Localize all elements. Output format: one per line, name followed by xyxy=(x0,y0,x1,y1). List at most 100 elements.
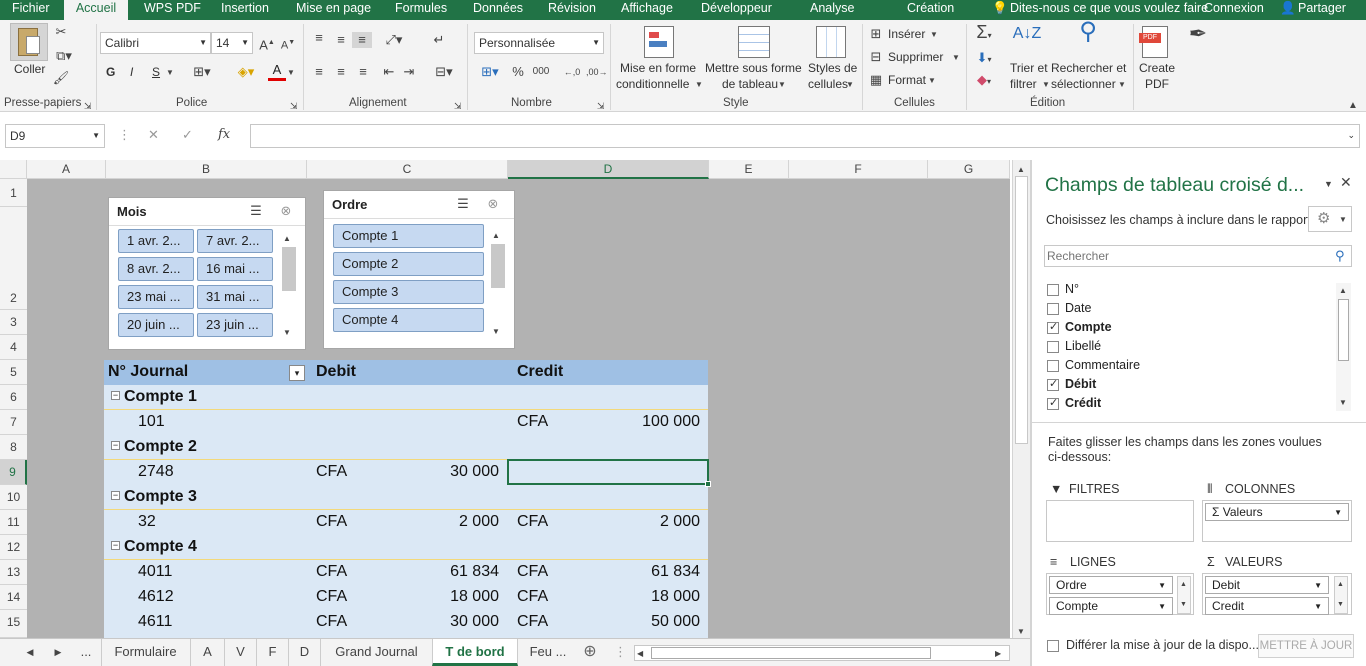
align-right-icon[interactable]: ≡ xyxy=(354,64,372,80)
conditional-format-icon[interactable] xyxy=(644,26,674,58)
scroll-thumb[interactable] xyxy=(1015,176,1028,444)
row-header[interactable]: 13 xyxy=(0,560,27,585)
sheet-tab-feu[interactable]: Feu ... xyxy=(520,639,576,666)
field-name[interactable]: Compte xyxy=(1065,320,1112,334)
row-header[interactable]: 8 xyxy=(0,435,27,460)
chevron-down-icon[interactable]: ▼ xyxy=(1042,77,1050,93)
row-header[interactable]: 3 xyxy=(0,310,27,335)
decrease-indent-icon[interactable]: ⇤ xyxy=(380,64,398,80)
font-name-select[interactable]: Calibri ▼ xyxy=(100,32,211,54)
insert-cells-icon[interactable]: ⊞ xyxy=(868,26,884,42)
pdf-icon[interactable]: PDF xyxy=(1139,26,1168,58)
wrap-text-icon[interactable]: ↵ xyxy=(430,32,448,48)
tools-button[interactable]: ⚙ ▼ xyxy=(1308,206,1352,232)
slicer-mois[interactable]: Mois ☰ ⊗ 1 avr. 2... 7 avr. 2... 8 avr. … xyxy=(108,197,306,350)
field-checkbox[interactable] xyxy=(1047,360,1059,372)
tab-insertion[interactable]: Insertion xyxy=(221,0,269,20)
scroll-down-icon[interactable]: ▼ xyxy=(492,324,500,340)
row-header[interactable]: 6 xyxy=(0,385,27,410)
italic-button[interactable]: I xyxy=(130,65,133,80)
fill-handle[interactable] xyxy=(705,481,711,487)
close-icon[interactable]: ✕ xyxy=(1340,174,1352,190)
slicer-ordre[interactable]: Ordre ☰ ⊗ Compte 1 Compte 2 Compte 3 Com… xyxy=(323,190,515,349)
increase-font-icon[interactable]: A▲ xyxy=(259,35,275,53)
chevron-down-icon[interactable]: ▼ xyxy=(287,65,295,81)
field-name[interactable]: Libellé xyxy=(1065,339,1101,353)
slicer-item[interactable]: 16 mai ... xyxy=(197,257,273,281)
cell-styles-icon[interactable] xyxy=(816,26,846,58)
horizontal-scrollbar[interactable]: ◀ ▶ xyxy=(634,645,1010,661)
sheet-tab-grand-journal[interactable]: Grand Journal xyxy=(320,639,432,666)
scroll-up-icon[interactable]: ▲ xyxy=(1180,577,1187,593)
slicer-item[interactable]: 23 mai ... xyxy=(118,285,194,309)
col-header-g[interactable]: G xyxy=(928,160,1010,179)
font-size-select[interactable]: 14 ▼ xyxy=(211,32,253,54)
sheet-tab-v[interactable]: V xyxy=(224,639,256,666)
sheet-tab-a[interactable]: A xyxy=(190,639,224,666)
collapse-ribbon-icon[interactable]: ▲ xyxy=(1348,98,1358,114)
prev-sheet-icon[interactable]: ◀ xyxy=(22,639,38,666)
col-header-d[interactable]: D xyxy=(508,160,709,179)
merge-cells-icon[interactable]: ⊟▾ xyxy=(430,64,458,80)
col-header-a[interactable]: A xyxy=(27,160,106,179)
tab-revision[interactable]: Révision xyxy=(548,0,596,20)
search-icon[interactable]: ⚲ xyxy=(1335,248,1345,264)
percent-icon[interactable]: % xyxy=(510,64,526,80)
tab-developpeur[interactable]: Développeur xyxy=(701,0,772,20)
align-left-icon[interactable]: ≡ xyxy=(310,64,328,80)
cell-styles-label-1[interactable]: Styles de xyxy=(808,61,857,76)
number-format-select[interactable]: Personnalisée ▼ xyxy=(474,32,604,54)
dialog-launcher-icon[interactable]: ⇲ xyxy=(454,98,462,114)
zone-item[interactable]: Σ Valeurs ▼ xyxy=(1205,503,1349,521)
confirm-icon[interactable]: ✓ xyxy=(182,127,193,143)
tab-donnees[interactable]: Données xyxy=(473,0,523,20)
tab-fichier[interactable]: Fichier xyxy=(12,0,50,20)
row-header[interactable]: 1 xyxy=(0,179,27,207)
defer-update-checkbox[interactable] xyxy=(1047,640,1059,652)
sheet-tab-more[interactable]: ... xyxy=(74,639,98,666)
col-header-e[interactable]: E xyxy=(709,160,789,179)
add-sheet-icon[interactable]: ⊕ xyxy=(580,639,600,666)
scroll-up-icon[interactable]: ▲ xyxy=(1339,283,1347,299)
clear-icon[interactable]: ◆▾ xyxy=(972,72,996,90)
rows-zone-scrollbar[interactable]: ▲ ▼ xyxy=(1177,576,1191,614)
format-table-label-2[interactable]: de tableau xyxy=(722,77,778,92)
scroll-thumb[interactable] xyxy=(491,244,505,288)
update-button[interactable]: METTRE À JOUR xyxy=(1258,634,1354,658)
slicer-scrollbar[interactable]: ▲ ▼ xyxy=(281,231,296,341)
zone-item[interactable]: Compte ▼ xyxy=(1049,597,1173,615)
collapse-icon[interactable]: − xyxy=(111,441,120,450)
currency-icon[interactable]: ⊞▾ xyxy=(476,64,504,80)
slicer-item[interactable]: Compte 1 xyxy=(333,224,484,248)
select-all-corner[interactable] xyxy=(0,160,27,179)
cond-format-label-1[interactable]: Mise en forme xyxy=(620,61,696,76)
share-button[interactable]: Partager xyxy=(1298,0,1346,20)
cond-format-label-2[interactable]: conditionnelle xyxy=(616,77,689,92)
slicer-item[interactable]: Compte 4 xyxy=(333,308,484,332)
pen-sign-icon[interactable]: ✒ xyxy=(1182,23,1214,45)
autosum-icon[interactable]: Σ▾ xyxy=(972,23,996,44)
decrease-font-icon[interactable]: A▼ xyxy=(280,35,296,54)
field-checkbox[interactable] xyxy=(1047,303,1059,315)
field-search-input[interactable] xyxy=(1045,246,1329,266)
sheet-tab-f[interactable]: F xyxy=(256,639,288,666)
chevron-down-icon[interactable]: ▼ xyxy=(695,77,703,93)
function-icon[interactable]: fx xyxy=(218,127,230,143)
field-list-scrollbar[interactable]: ▲ ▼ xyxy=(1336,283,1351,411)
chevron-down-icon[interactable]: ▼ xyxy=(166,65,174,81)
sheet-vertical-scrollbar[interactable]: ▲ ▼ xyxy=(1012,160,1030,638)
underline-button[interactable]: S xyxy=(152,65,160,80)
slicer-scrollbar[interactable]: ▲ ▼ xyxy=(490,228,505,340)
scroll-down-icon[interactable]: ▼ xyxy=(283,325,291,341)
row-header[interactable]: 9 xyxy=(0,460,27,485)
row-header[interactable]: 5 xyxy=(0,360,27,385)
field-name[interactable]: Date xyxy=(1065,301,1091,315)
increase-indent-icon[interactable]: ⇥ xyxy=(400,64,418,80)
align-center-icon[interactable]: ≡ xyxy=(332,64,350,80)
tab-formules[interactable]: Formules xyxy=(395,0,447,20)
col-header-c[interactable]: C xyxy=(307,160,508,179)
tab-creation[interactable]: Création xyxy=(907,0,954,20)
col-header-b[interactable]: B xyxy=(106,160,307,179)
format-cells-icon[interactable]: ▦ xyxy=(868,72,884,88)
slicer-item[interactable]: Compte 2 xyxy=(333,252,484,276)
